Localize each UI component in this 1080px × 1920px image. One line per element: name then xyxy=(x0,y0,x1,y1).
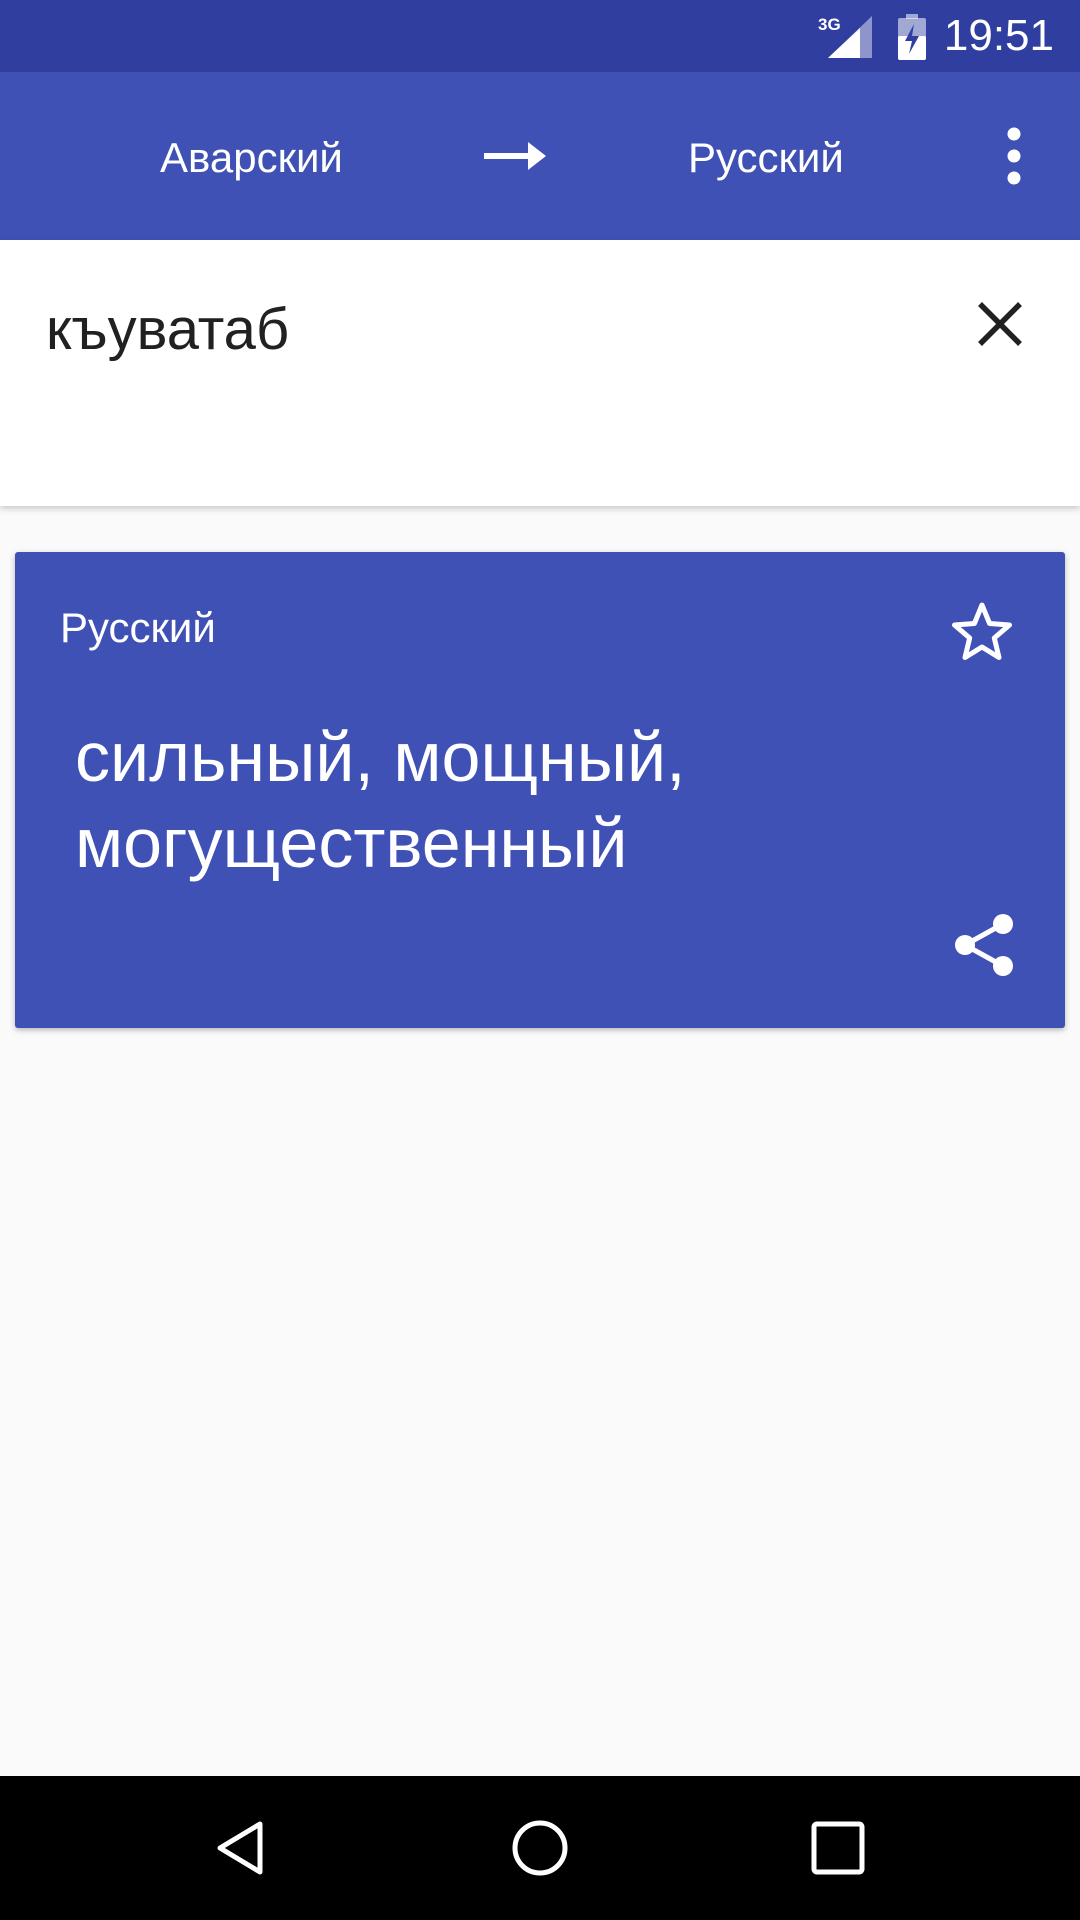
close-icon[interactable] xyxy=(970,294,1030,354)
card-language-label: Русский xyxy=(60,604,216,651)
app-bar: Аварский Русский xyxy=(0,72,1080,240)
signal-icon: 3G xyxy=(818,14,874,58)
more-vert-icon[interactable] xyxy=(990,124,1038,188)
status-bar: 3G 19:51 xyxy=(0,0,1080,72)
network-type-label: 3G xyxy=(818,15,841,34)
target-language-selector[interactable]: Русский xyxy=(688,134,844,182)
navigation-bar xyxy=(0,1776,1080,1920)
share-icon[interactable] xyxy=(951,912,1017,978)
translation-text: сильный, мощный, могущественный xyxy=(75,718,686,882)
status-clock: 19:51 xyxy=(943,11,1054,60)
arrow-right-icon[interactable] xyxy=(484,138,546,174)
back-icon[interactable] xyxy=(210,1818,270,1878)
source-text-input[interactable]: къуватаб xyxy=(46,296,289,364)
star-outline-icon[interactable] xyxy=(950,600,1014,664)
recents-icon[interactable] xyxy=(810,1820,866,1876)
input-panel: къуватаб xyxy=(0,240,1080,506)
source-language-selector[interactable]: Аварский xyxy=(160,134,343,182)
home-icon[interactable] xyxy=(510,1818,570,1878)
battery-charging-icon xyxy=(896,14,928,60)
translation-card: Русский сильный, мощный, могущественный xyxy=(15,552,1065,1028)
